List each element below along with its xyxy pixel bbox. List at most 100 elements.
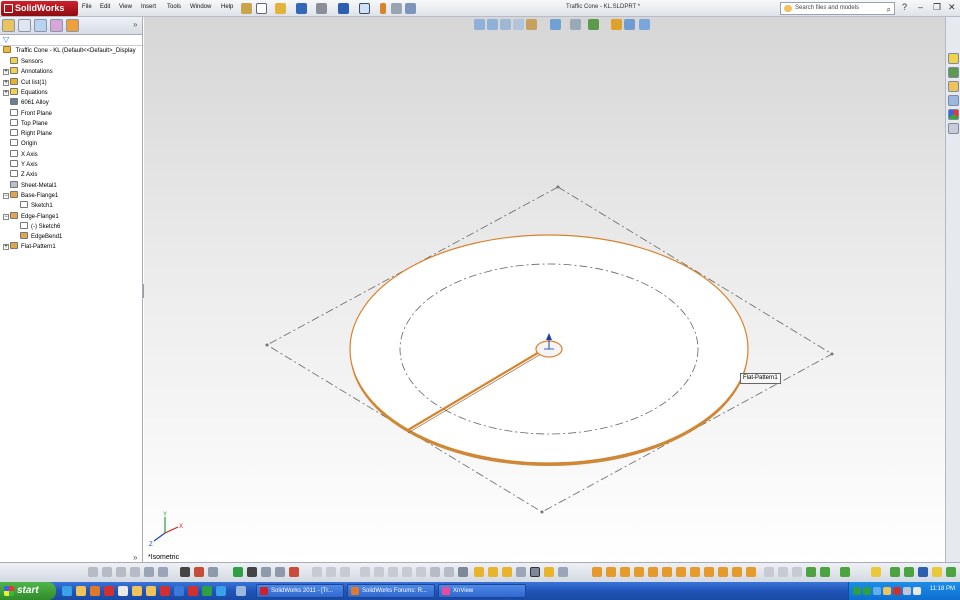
sheet-metal-command-icon[interactable] — [704, 567, 714, 577]
model-view[interactable]: Y X Z — [144, 17, 945, 562]
tree-expander-icon[interactable]: − — [3, 213, 9, 220]
quick-launch-icon[interactable] — [188, 586, 198, 596]
expand-panel-icon[interactable]: » — [133, 553, 137, 562]
command-icon[interactable] — [890, 567, 900, 577]
command-icon[interactable] — [840, 567, 850, 577]
command-icon[interactable] — [458, 567, 468, 577]
command-icon[interactable] — [158, 567, 168, 577]
menu-file[interactable]: File — [82, 4, 92, 10]
flatten-toggle-icon[interactable] — [530, 567, 540, 577]
feature-tree-tab-icon[interactable] — [2, 19, 15, 32]
tree-expander-icon[interactable]: − — [3, 192, 9, 199]
play-icon[interactable] — [233, 567, 243, 577]
configuration-tab-icon[interactable] — [34, 19, 47, 32]
command-icon[interactable] — [130, 567, 140, 577]
menu-tools[interactable]: Tools — [167, 4, 181, 10]
command-icon[interactable] — [116, 567, 126, 577]
print-icon[interactable] — [316, 3, 327, 14]
feature-tree-item[interactable]: X Axis — [10, 149, 38, 160]
quick-launch-icon[interactable] — [216, 586, 226, 596]
command-icon[interactable] — [488, 567, 498, 577]
command-icon[interactable] — [194, 567, 204, 577]
quick-launch-icon[interactable] — [146, 586, 156, 596]
tray-icon[interactable] — [853, 587, 861, 595]
quick-launch-icon[interactable] — [118, 586, 128, 596]
menu-window[interactable]: Window — [190, 4, 211, 10]
command-icon[interactable] — [388, 567, 398, 577]
quick-launch-icon[interactable] — [132, 586, 142, 596]
search-icon[interactable]: ⌕ — [887, 4, 891, 15]
dimxpert-tab-icon[interactable] — [50, 19, 63, 32]
tree-expander-icon[interactable]: + — [3, 69, 9, 76]
quick-launch-icon[interactable] — [76, 586, 86, 596]
pin-icon[interactable] — [241, 3, 252, 14]
solidworks-logo[interactable]: SolidWorks — [1, 1, 78, 16]
sheet-metal-command-icon[interactable] — [746, 567, 756, 577]
select-arrow-icon[interactable] — [359, 3, 370, 14]
rebuild-icon[interactable] — [380, 3, 386, 14]
command-icon[interactable] — [444, 567, 454, 577]
command-icon[interactable] — [374, 567, 384, 577]
quick-launch-icon[interactable] — [104, 586, 114, 596]
menu-help[interactable]: Help — [221, 4, 233, 10]
sheet-metal-command-icon[interactable] — [592, 567, 602, 577]
sheet-metal-command-icon[interactable] — [690, 567, 700, 577]
search-scope-icon[interactable] — [784, 5, 792, 12]
command-icon[interactable] — [416, 567, 426, 577]
command-icon[interactable] — [88, 567, 98, 577]
solidworks-resources-icon[interactable] — [948, 53, 959, 64]
command-icon[interactable] — [275, 567, 285, 577]
quick-launch-icon[interactable] — [160, 586, 170, 596]
command-icon[interactable] — [778, 567, 788, 577]
feature-tree-item[interactable]: Flat-Pattern1 — [10, 242, 56, 252]
command-icon[interactable] — [144, 567, 154, 577]
feature-tree-item[interactable]: Equations — [10, 87, 48, 98]
tray-icon[interactable] — [883, 587, 891, 595]
new-document-icon[interactable] — [256, 3, 267, 14]
task-solidworks[interactable]: SolidWorks 2011 - [Tr... — [256, 584, 344, 598]
sheet-metal-command-icon[interactable] — [606, 567, 616, 577]
feature-tree-item[interactable]: Edge-Flange1 — [10, 211, 59, 222]
tree-expander-icon[interactable]: + — [3, 244, 9, 251]
feature-tree-item[interactable]: Cut list(1) — [10, 77, 47, 88]
custom-properties-icon[interactable] — [948, 123, 959, 134]
quick-launch-icon[interactable] — [174, 586, 184, 596]
command-icon[interactable] — [208, 567, 218, 577]
quick-launch-icon[interactable] — [62, 586, 72, 596]
command-icon[interactable] — [360, 567, 370, 577]
command-icon[interactable] — [289, 567, 299, 577]
command-icon[interactable] — [261, 567, 271, 577]
design-library-icon[interactable] — [948, 67, 959, 78]
command-icon[interactable] — [946, 567, 956, 577]
camera-icon[interactable] — [180, 567, 190, 577]
restore-button[interactable]: ❐ — [933, 2, 941, 13]
feature-tree-item[interactable]: Y Axis — [10, 160, 38, 170]
tray-icon[interactable] — [893, 587, 901, 595]
quick-launch-icon[interactable] — [90, 586, 100, 596]
tree-expander-icon[interactable]: + — [3, 79, 9, 86]
sheet-metal-command-icon[interactable] — [620, 567, 630, 577]
close-button[interactable]: ✕ — [948, 2, 956, 13]
command-icon[interactable] — [918, 567, 928, 577]
command-icon[interactable] — [806, 567, 816, 577]
command-icon[interactable] — [904, 567, 914, 577]
tray-icon[interactable] — [903, 587, 911, 595]
graphics-area[interactable]: Y X Z Flat-Pattern1 *Isometric — [144, 17, 945, 562]
file-properties-icon[interactable] — [391, 3, 402, 14]
undo-icon[interactable] — [338, 3, 349, 14]
feature-tree-item[interactable]: Annotations — [10, 67, 53, 77]
feature-tree-item[interactable]: Sketch1 — [20, 201, 53, 211]
command-icon[interactable] — [544, 567, 554, 577]
feature-tree-item[interactable]: EdgeBend1 — [20, 232, 62, 242]
help-button[interactable]: ? — [902, 2, 907, 12]
view-palette-icon[interactable] — [948, 95, 959, 106]
sheet-metal-command-icon[interactable] — [676, 567, 686, 577]
stop-icon[interactable] — [247, 567, 257, 577]
command-icon[interactable] — [474, 567, 484, 577]
start-button[interactable]: start — [0, 582, 56, 600]
command-icon[interactable] — [932, 567, 942, 577]
feature-tree-item[interactable]: Base-Flange1 — [10, 190, 58, 201]
command-icon[interactable] — [102, 567, 112, 577]
show-more-icon[interactable] — [236, 586, 246, 596]
menu-insert[interactable]: Insert — [141, 4, 156, 10]
